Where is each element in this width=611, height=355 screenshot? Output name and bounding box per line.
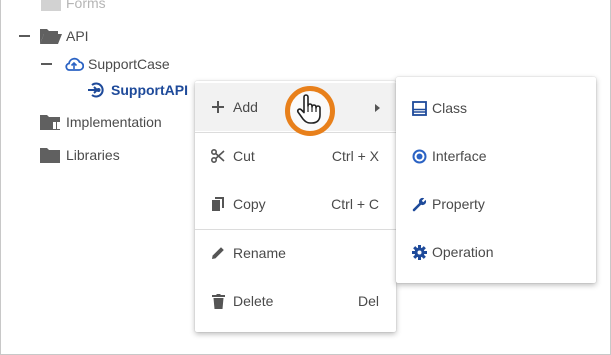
tree-item-libraries[interactable]: Libraries bbox=[40, 144, 120, 166]
gear-icon bbox=[410, 243, 428, 261]
submenu-item-operation[interactable]: Operation bbox=[396, 228, 596, 276]
submenu-item-class[interactable]: Class bbox=[396, 84, 596, 132]
collapse-toggle-icon[interactable] bbox=[40, 57, 54, 71]
submenu-item-label: Class bbox=[432, 100, 468, 116]
tree-item-label: Implementation bbox=[66, 114, 162, 130]
tree-item-label: Forms bbox=[66, 0, 106, 11]
menu-item-rename[interactable]: Rename bbox=[195, 229, 396, 277]
menu-item-shortcut: Ctrl + C bbox=[331, 196, 379, 212]
menu-item-label: Copy bbox=[233, 196, 266, 212]
submenu-item-property[interactable]: Property bbox=[396, 180, 596, 228]
tree-item-supportcase[interactable]: SupportCase bbox=[40, 53, 170, 75]
folder-icon bbox=[40, 113, 62, 131]
tree-item-label: SupportCase bbox=[88, 56, 170, 72]
tree-item-supportapi[interactable]: SupportAPI bbox=[87, 79, 188, 101]
wrench-icon bbox=[410, 195, 428, 213]
add-submenu: Class Interface Property Operation bbox=[396, 77, 596, 283]
menu-item-copy[interactable]: Copy Ctrl + C bbox=[195, 180, 396, 228]
copy-icon bbox=[209, 195, 227, 213]
collapse-toggle-icon[interactable] bbox=[18, 29, 32, 43]
port-icon bbox=[87, 81, 107, 99]
menu-item-label: Rename bbox=[233, 245, 286, 261]
tree-item-label: API bbox=[66, 28, 89, 44]
interface-icon bbox=[410, 147, 428, 165]
menu-item-delete[interactable]: Delete Del bbox=[195, 277, 396, 325]
menu-item-shortcut: Ctrl + X bbox=[331, 148, 379, 164]
menu-item-cut[interactable]: Cut Ctrl + X bbox=[195, 132, 396, 180]
menu-item-label: Add bbox=[233, 99, 258, 115]
submenu-item-label: Property bbox=[432, 196, 485, 212]
tree-item-forms[interactable]: Forms bbox=[40, 0, 106, 14]
hand-cursor-icon bbox=[296, 94, 321, 124]
submenu-item-label: Interface bbox=[432, 148, 487, 164]
tree-item-label: SupportAPI bbox=[111, 82, 188, 98]
tree-item-api[interactable]: API bbox=[18, 25, 89, 47]
menu-item-label: Cut bbox=[233, 148, 255, 164]
folder-icon bbox=[40, 0, 62, 12]
class-icon bbox=[410, 99, 428, 117]
trash-icon bbox=[209, 292, 227, 310]
plus-icon bbox=[209, 98, 227, 116]
menu-item-shortcut: Del bbox=[357, 293, 379, 309]
folder-open-icon bbox=[40, 27, 62, 45]
tree-item-implementation[interactable]: Implementation bbox=[40, 111, 162, 133]
submenu-item-interface[interactable]: Interface bbox=[396, 132, 596, 180]
submenu-arrow-icon bbox=[375, 104, 380, 112]
cloud-icon bbox=[63, 55, 85, 73]
submenu-item-label: Operation bbox=[432, 244, 494, 260]
scissors-icon bbox=[209, 147, 227, 165]
pencil-icon bbox=[209, 244, 227, 262]
tree-item-label: Libraries bbox=[66, 147, 120, 163]
folder-icon bbox=[40, 146, 62, 164]
menu-item-label: Delete bbox=[233, 293, 274, 309]
